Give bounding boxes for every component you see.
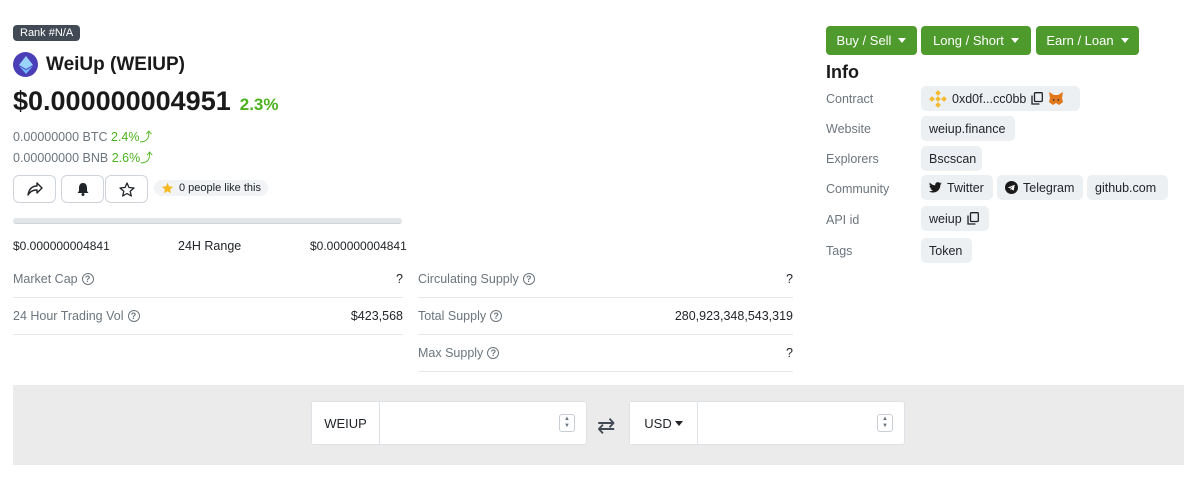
earn-loan-label: Earn / Loan xyxy=(1046,33,1114,48)
favorite-button[interactable] xyxy=(105,175,148,203)
stat-value: $423,568 xyxy=(350,309,403,323)
api-label: API id xyxy=(826,213,860,227)
help-icon[interactable]: ? xyxy=(127,310,140,322)
stat-value: ? xyxy=(786,272,793,286)
stat-label: Market Cap xyxy=(13,272,78,286)
contract-chip[interactable]: 0xd0f...cc0bb xyxy=(921,86,1080,111)
arrow-up-icon: ⤴ xyxy=(140,151,153,165)
btc-price-value: 0.00000000 BTC xyxy=(13,130,108,144)
range-low: $0.000000004841 xyxy=(13,239,110,253)
api-id-value: weiup xyxy=(929,211,962,226)
github-link[interactable]: github.com xyxy=(1087,175,1168,200)
binance-icon xyxy=(929,89,947,108)
buy-sell-button[interactable]: Buy / Sell xyxy=(826,26,917,55)
from-currency-label: WEIUP xyxy=(312,402,380,444)
explorers-label: Explorers xyxy=(826,152,879,166)
telegram-icon xyxy=(1005,181,1018,194)
caret-down-icon xyxy=(674,420,683,426)
caret-down-icon xyxy=(1120,38,1129,43)
to-currency-label: USD xyxy=(644,415,672,431)
star-outline-icon xyxy=(118,181,135,197)
likes-text: 0 people like this xyxy=(179,182,261,194)
to-amount-stepper[interactable]: ▲ ▼ xyxy=(877,414,893,432)
weiup-logo-icon xyxy=(13,52,38,77)
info-heading: Info xyxy=(826,62,859,82)
btc-price: 0.00000000 BTC 2.4%⤴ xyxy=(13,126,152,145)
copy-icon[interactable] xyxy=(967,212,979,225)
stat-label: Max Supply xyxy=(418,346,484,360)
stat-market-cap: Market Cap? ? xyxy=(13,261,403,298)
copy-icon[interactable] xyxy=(1031,92,1044,105)
swap-icon[interactable]: ⇄ xyxy=(597,413,615,439)
likes-badge: 0 people like this xyxy=(154,180,268,196)
arrow-up-icon: ⤴ xyxy=(139,130,153,144)
tags-label: Tags xyxy=(826,244,853,258)
to-amount-input[interactable] xyxy=(700,402,870,444)
to-currency-select[interactable]: USD xyxy=(630,402,698,444)
caret-down-icon xyxy=(898,38,907,43)
price-change: 2.3% xyxy=(239,95,279,114)
coin-price: $0.000000004951 xyxy=(13,86,231,116)
stat-value: ? xyxy=(786,346,793,360)
bnb-change: 2.6% xyxy=(111,151,141,165)
share-icon xyxy=(26,182,43,196)
bnb-price: 0.00000000 BNB 2.6%⤴ xyxy=(13,147,153,166)
twitter-link[interactable]: Twitter xyxy=(921,175,993,200)
earn-loan-button[interactable]: Earn / Loan xyxy=(1036,26,1139,55)
tag-chip[interactable]: Token xyxy=(921,238,972,263)
coin-name: WeiUp (WEIUP) xyxy=(46,53,185,75)
twitter-icon xyxy=(929,182,942,193)
telegram-label: Telegram xyxy=(1023,180,1075,195)
coin-title: WeiUp (WEIUP) xyxy=(13,52,185,77)
website-link[interactable]: weiup.finance xyxy=(921,116,1015,141)
twitter-label: Twitter xyxy=(947,180,984,195)
long-short-button[interactable]: Long / Short xyxy=(921,26,1031,55)
to-converter: USD ▲ ▼ xyxy=(629,401,905,445)
help-icon[interactable]: ? xyxy=(81,273,94,285)
explorer-link[interactable]: Bscscan xyxy=(921,146,982,171)
rank-badge: Rank #N/A xyxy=(13,25,81,41)
stat-label: Circulating Supply xyxy=(418,272,519,286)
share-button[interactable] xyxy=(13,175,56,203)
from-converter: WEIUP ▲ ▼ xyxy=(311,401,587,445)
from-amount-stepper[interactable]: ▲ ▼ xyxy=(559,414,575,432)
stat-label: Total Supply xyxy=(418,309,487,323)
bell-icon xyxy=(77,183,88,196)
help-icon[interactable]: ? xyxy=(490,310,503,322)
notify-button[interactable] xyxy=(61,175,104,203)
bnb-price-value: 0.00000000 BNB xyxy=(13,151,109,165)
contract-label: Contract xyxy=(826,92,874,106)
telegram-link[interactable]: Telegram xyxy=(997,175,1083,200)
stat-volume: 24 Hour Trading Vol? $423,568 xyxy=(13,298,403,335)
api-id-chip[interactable]: weiup xyxy=(921,206,989,231)
btc-change: 2.4% xyxy=(111,130,140,144)
stat-label: 24 Hour Trading Vol xyxy=(13,309,124,323)
long-short-label: Long / Short xyxy=(933,33,1004,48)
price-range-bar xyxy=(13,218,402,224)
contract-address: 0xd0f...cc0bb xyxy=(952,91,1027,106)
buy-sell-label: Buy / Sell xyxy=(836,33,892,48)
website-label: Website xyxy=(826,122,871,136)
community-label: Community xyxy=(826,182,890,196)
help-icon[interactable]: ? xyxy=(487,347,500,359)
stat-total-supply: Total Supply? 280,923,348,543,319 xyxy=(418,298,793,335)
from-amount-input[interactable] xyxy=(382,402,552,444)
stat-max-supply: Max Supply? ? xyxy=(418,335,793,372)
stat-value: ? xyxy=(396,272,403,286)
caret-down-icon xyxy=(1010,38,1019,43)
stat-value: 280,923,348,543,319 xyxy=(674,309,793,323)
metamask-icon[interactable] xyxy=(1048,91,1064,106)
range-high: $0.000000004841 xyxy=(310,239,407,253)
range-label: 24H Range xyxy=(178,239,242,253)
star-icon xyxy=(161,182,174,194)
price-row: $0.000000004951 2.3% xyxy=(13,86,278,117)
stat-circulating-supply: Circulating Supply? ? xyxy=(418,261,793,298)
help-icon[interactable]: ? xyxy=(522,273,535,285)
